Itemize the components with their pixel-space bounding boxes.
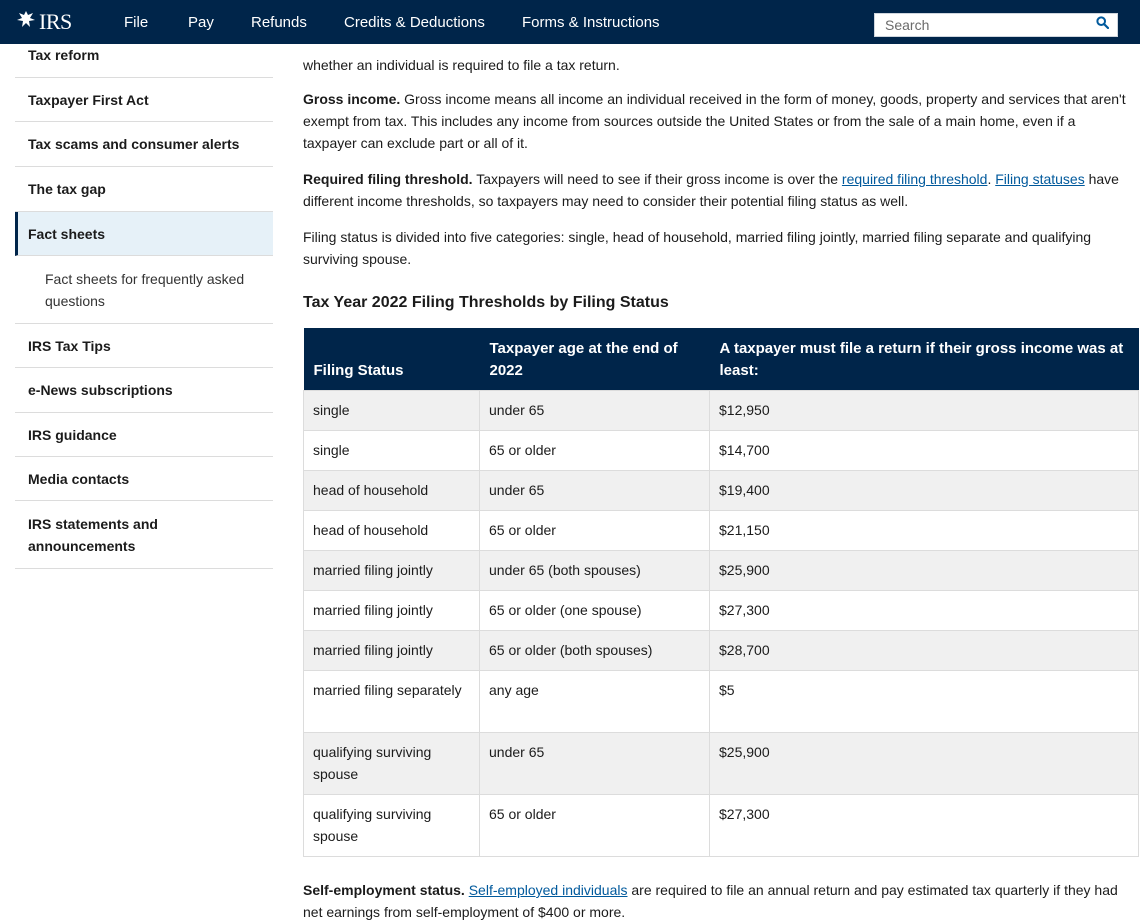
cell-filing-status: single [303,390,480,431]
nav-credits-deductions[interactable]: Credits & Deductions [344,0,485,44]
cell-taxpayer-age: 65 or older (both spouses) [479,630,710,671]
gross-income-term: Gross income. [303,91,401,107]
filing-status-paragraph: Filing status is divided into five categ… [303,229,1092,267]
nav-refunds[interactable]: Refunds [251,0,307,44]
cell-filing-status: qualifying surviving spouse [303,732,480,795]
gross-income-paragraph: Gross income. Gross income means all inc… [303,88,1133,154]
table-row: qualifying surviving spouse under 65 $25,9… [303,732,1139,795]
sidebar-item-label: Fact sheets for frequently asked questio… [45,270,245,309]
cell-gross-income: $12,950 [709,390,1139,431]
table-row: married filing jointly under 65 (both spo… [303,550,1139,591]
cell-taxpayer-age: under 65 [479,470,710,511]
cell-taxpayer-age: under 65 (both spouses) [479,550,710,591]
nav-file[interactable]: File [124,0,148,44]
filing-threshold-text-a: Taxpayers will need to see if their gros… [472,171,842,187]
cell-taxpayer-age: 65 or older [479,794,710,857]
column-header-gross-income: A taxpayer must file a return if their g… [709,328,1139,391]
filing-threshold-term: Required filing threshold. [303,171,473,187]
cell-gross-income: $19,400 [709,470,1139,511]
sidebar-item-fact-sheets[interactable]: Fact sheets [15,212,273,256]
table-row: married filing jointly 65 or older (one s… [303,590,1139,631]
table-body: single under 65 $12,950 single 65 or older $1… [303,390,1139,857]
sidebar-item-label: Tax reform [28,47,100,63]
search-button[interactable] [1087,14,1117,36]
table-row: head of household under 65 $19,400 [303,470,1139,511]
cell-gross-income: $14,700 [709,430,1139,471]
sidebar-item-taxpayer-first-act[interactable]: Taxpayer First Act [15,78,273,122]
filing-threshold-paragraph: Required filing threshold. Taxpayers wil… [303,168,1133,212]
cell-filing-status: married filing jointly [303,590,480,631]
table-row: qualifying surviving spouse 65 or older $2… [303,794,1139,857]
column-header-taxpayer-age: Taxpayer age at the end of 2022 [479,328,710,391]
filing-thresholds-table: Filing Status Taxpayer age at the end of… [303,328,1139,857]
cell-filing-status: head of household [303,470,480,511]
sidebar-subitem-fact-sheets-faq[interactable]: Fact sheets for frequently asked questio… [15,256,273,324]
gross-income-text: Gross income means all income an individ… [303,91,1126,151]
sidebar-item-label: e-News subscriptions [28,382,173,398]
cell-filing-status: qualifying surviving spouse [303,794,480,857]
cell-gross-income: $25,900 [709,550,1139,591]
logo-text: IRS [39,9,72,34]
eagle-seal-icon [15,9,37,35]
nav-forms-instructions[interactable]: Forms & Instructions [522,0,660,44]
table-row: single 65 or older $14,700 [303,430,1139,471]
search-input[interactable] [875,14,1087,36]
column-header-filing-status: Filing Status [303,328,480,391]
sidebar-item-label: Taxpayer First Act [28,91,149,108]
sidebar-item-tax-reform[interactable]: Tax reform [15,44,273,78]
cell-gross-income: $27,300 [709,794,1139,857]
cell-taxpayer-age: 65 or older (one spouse) [479,590,710,631]
sidebar-item-tax-gap[interactable]: The tax gap [15,167,273,212]
sidebar-item-label: IRS guidance [28,426,117,443]
self-employed-individuals-link[interactable]: Self-employed individuals [469,882,628,898]
cell-filing-status: head of household [303,510,480,551]
sidebar-item-irs-tax-tips[interactable]: IRS Tax Tips [15,324,273,368]
cell-gross-income: $21,150 [709,510,1139,551]
sidebar-item-label: The tax gap [28,181,106,197]
sidebar-item-label: Media contacts [28,470,130,487]
self-employment-paragraph: Self-employment status. Self-employed in… [303,879,1133,921]
sidebar-nav: Tax reform Taxpayer First Act Tax scams … [15,44,273,569]
sidebar-item-tax-scams[interactable]: Tax scams and consumer alerts [15,122,273,167]
sidebar-item-label: Fact sheets [28,225,106,242]
cell-filing-status: married filing separately [303,670,480,733]
cell-taxpayer-age: under 65 [479,390,710,431]
nav-pay[interactable]: Pay [188,0,214,44]
search-icon [1095,16,1109,34]
sidebar-item-media-contacts[interactable]: Media contacts [15,457,273,501]
search-box [874,13,1118,37]
sidebar-item-irs-statements[interactable]: IRS statements and announcements [15,501,273,569]
table-row: married filing separately any age $5 [303,670,1139,733]
intro-paragraph-tail: whether an individual is required to fil… [303,57,620,73]
table-row: single under 65 $12,950 [303,390,1139,431]
cell-gross-income: $27,300 [709,590,1139,631]
table-header-row: Filing Status Taxpayer age at the end of… [303,328,1139,391]
cell-gross-income: $5 [709,670,1139,733]
sidebar-item-enews-subscriptions[interactable]: e-News subscriptions [15,368,273,413]
cell-gross-income: $28,700 [709,630,1139,671]
table-heading: Tax Year 2022 Filing Thresholds by Filin… [303,294,669,311]
cell-taxpayer-age: 65 or older [479,510,710,551]
sidebar-item-label: Tax scams and consumer alerts [28,136,240,152]
table-row: married filing jointly 65 or older (both … [303,630,1139,671]
required-filing-threshold-link[interactable]: required filing threshold [842,171,988,187]
top-navigation-bar: IRS File Pay Refunds Credits & Deduction… [0,0,1140,44]
cell-taxpayer-age: 65 or older [479,430,710,471]
sidebar-item-label: IRS statements and announcements [28,515,158,554]
table-row: head of household 65 or older $21,150 [303,510,1139,551]
cell-gross-income: $25,900 [709,732,1139,795]
cell-taxpayer-age: under 65 [479,732,710,795]
cell-filing-status: married filing jointly [303,550,480,591]
cell-taxpayer-age: any age [479,670,710,733]
cell-filing-status: married filing jointly [303,630,480,671]
filing-statuses-link[interactable]: Filing statuses [995,171,1084,187]
cell-filing-status: single [303,430,480,471]
sidebar-item-label: IRS Tax Tips [28,337,111,354]
sidebar-item-irs-guidance[interactable]: IRS guidance [15,413,273,457]
irs-logo[interactable]: IRS [15,0,115,44]
self-employment-term: Self-employment status. [303,882,465,898]
